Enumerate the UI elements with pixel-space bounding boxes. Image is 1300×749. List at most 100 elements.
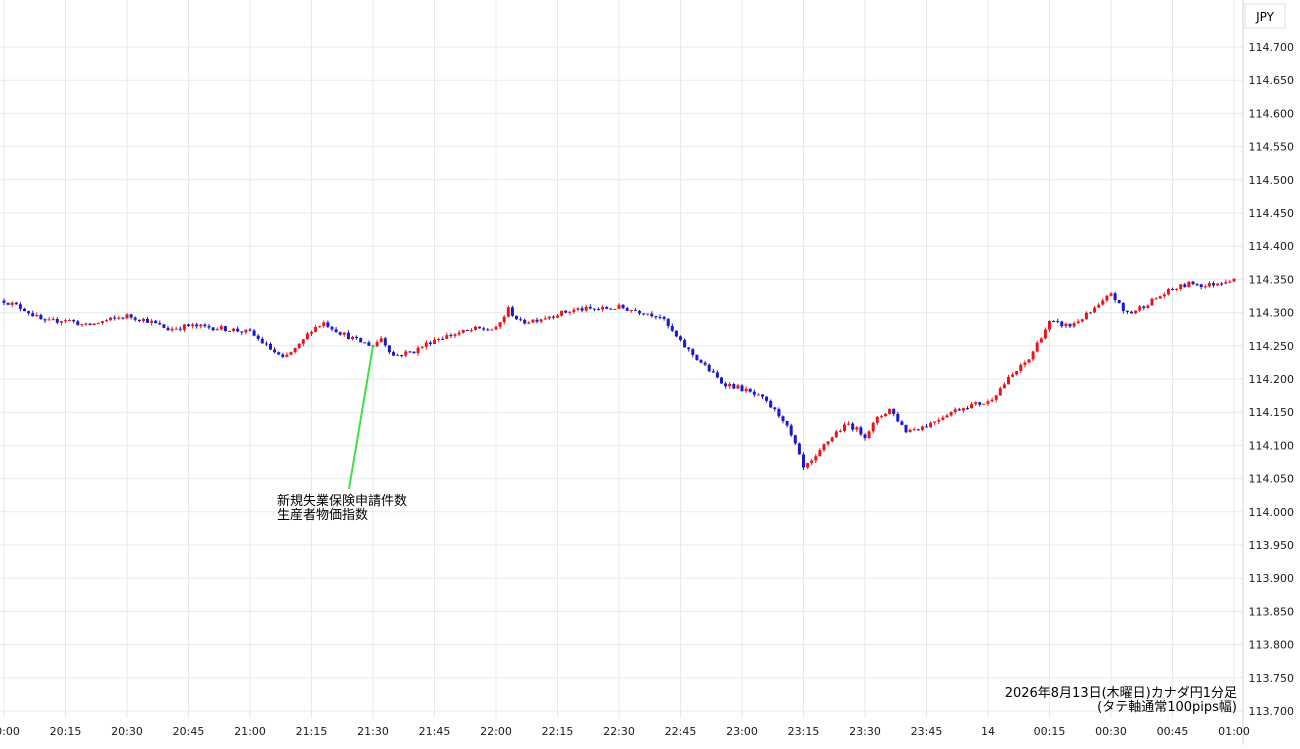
x-tick-label: 22:30 <box>603 725 635 738</box>
candle-body <box>437 338 441 340</box>
candle-body <box>851 423 855 430</box>
candle-body <box>400 354 404 356</box>
candle-body <box>27 311 31 314</box>
candle-body <box>1154 298 1158 300</box>
candle-body <box>191 324 195 327</box>
candle-body <box>990 399 994 402</box>
candle-body <box>617 304 621 309</box>
candle-body <box>957 409 961 411</box>
candle-body <box>1002 384 1006 389</box>
candle-body <box>10 302 14 305</box>
y-tick-label: 114.600 <box>1249 107 1295 120</box>
candle-body <box>125 314 129 319</box>
candle-body <box>469 329 473 331</box>
candle-body <box>884 413 887 417</box>
candle-body <box>187 324 190 327</box>
candle-body <box>748 388 752 392</box>
candle-body <box>1080 319 1084 322</box>
candle-body <box>490 329 494 331</box>
candle-body <box>416 347 420 354</box>
candle-body <box>170 328 174 331</box>
candle-body <box>1179 284 1183 289</box>
y-tick-label: 113.950 <box>1249 539 1295 552</box>
candle-body <box>945 415 949 418</box>
candle-body <box>1150 298 1154 306</box>
event-annotation: 新規失業保険申請件数 生産者物価指数 <box>277 345 407 523</box>
candle-body <box>68 320 72 322</box>
candle-body <box>879 416 883 418</box>
candle-body <box>1052 320 1056 322</box>
candle-body <box>765 396 769 401</box>
candle-body <box>953 409 957 413</box>
candle-body <box>1011 374 1015 377</box>
candle-body <box>994 395 998 400</box>
candle-body <box>1076 321 1080 324</box>
candle-body <box>1134 310 1138 314</box>
candle-body <box>322 322 326 326</box>
candle-body <box>1125 310 1129 312</box>
candle-body <box>18 304 22 309</box>
candle-body <box>228 331 231 333</box>
x-tick-label: 23:45 <box>911 725 943 738</box>
candle-body <box>203 324 207 327</box>
candle-body <box>597 309 600 311</box>
candle-body <box>1097 304 1101 308</box>
candle-body <box>396 354 400 356</box>
candle-body <box>182 324 186 330</box>
candle-body <box>621 304 625 309</box>
x-tick-label: 00:45 <box>1157 725 1189 738</box>
candle-body <box>642 313 646 315</box>
candle-body <box>1084 312 1088 320</box>
candle-body <box>174 328 178 330</box>
candle-body <box>113 317 117 319</box>
candle-body <box>178 328 182 330</box>
candle-body <box>43 319 47 321</box>
x-tick-label: 23:00 <box>726 725 758 738</box>
chart-container: 新規失業保険申請件数 生産者物価指数 JPY 114.700 114.650 114… <box>0 0 1300 745</box>
candle-body <box>1232 278 1236 282</box>
candle-body <box>207 326 211 328</box>
candle-body <box>863 434 867 439</box>
candle-body <box>121 317 125 319</box>
candle-body <box>867 431 871 439</box>
y-tick-label: 114.550 <box>1249 141 1295 154</box>
candle-body <box>638 310 641 314</box>
y-tick-label: 114.000 <box>1249 506 1295 519</box>
candle-body <box>461 330 465 333</box>
candle-body <box>441 338 445 340</box>
candle-body <box>154 320 158 324</box>
candle-body <box>658 316 662 318</box>
candle-body <box>744 388 748 392</box>
candle-body <box>346 332 350 339</box>
candle-body <box>674 330 678 337</box>
candle-body <box>679 336 682 341</box>
candle-body <box>625 308 629 311</box>
candle-body <box>834 431 838 438</box>
candle-body <box>1109 293 1113 296</box>
candle-body <box>23 308 26 312</box>
candle-body <box>326 322 330 327</box>
candle-body <box>367 342 371 346</box>
candle-body <box>810 460 814 464</box>
candle-body <box>334 329 338 333</box>
candle-body <box>215 329 219 331</box>
candle-body <box>1195 284 1199 286</box>
candle-body <box>404 351 408 356</box>
candle-body <box>223 326 227 332</box>
candle-body <box>474 326 477 330</box>
candle-body <box>584 306 588 311</box>
candle-body <box>1064 323 1068 327</box>
y-tick-label: 114.300 <box>1249 307 1295 320</box>
candle-body <box>392 352 395 356</box>
candle-body <box>732 384 736 389</box>
candle-body <box>105 320 108 322</box>
candle-body <box>301 339 305 344</box>
candle-body <box>1113 293 1117 301</box>
y-tick-label: 114.050 <box>1249 473 1295 486</box>
candle-body <box>510 307 514 316</box>
candle-body <box>478 326 482 329</box>
candle-body <box>949 412 953 416</box>
candle-body <box>305 333 309 340</box>
candle-body <box>387 345 391 353</box>
candle-body <box>961 408 965 411</box>
